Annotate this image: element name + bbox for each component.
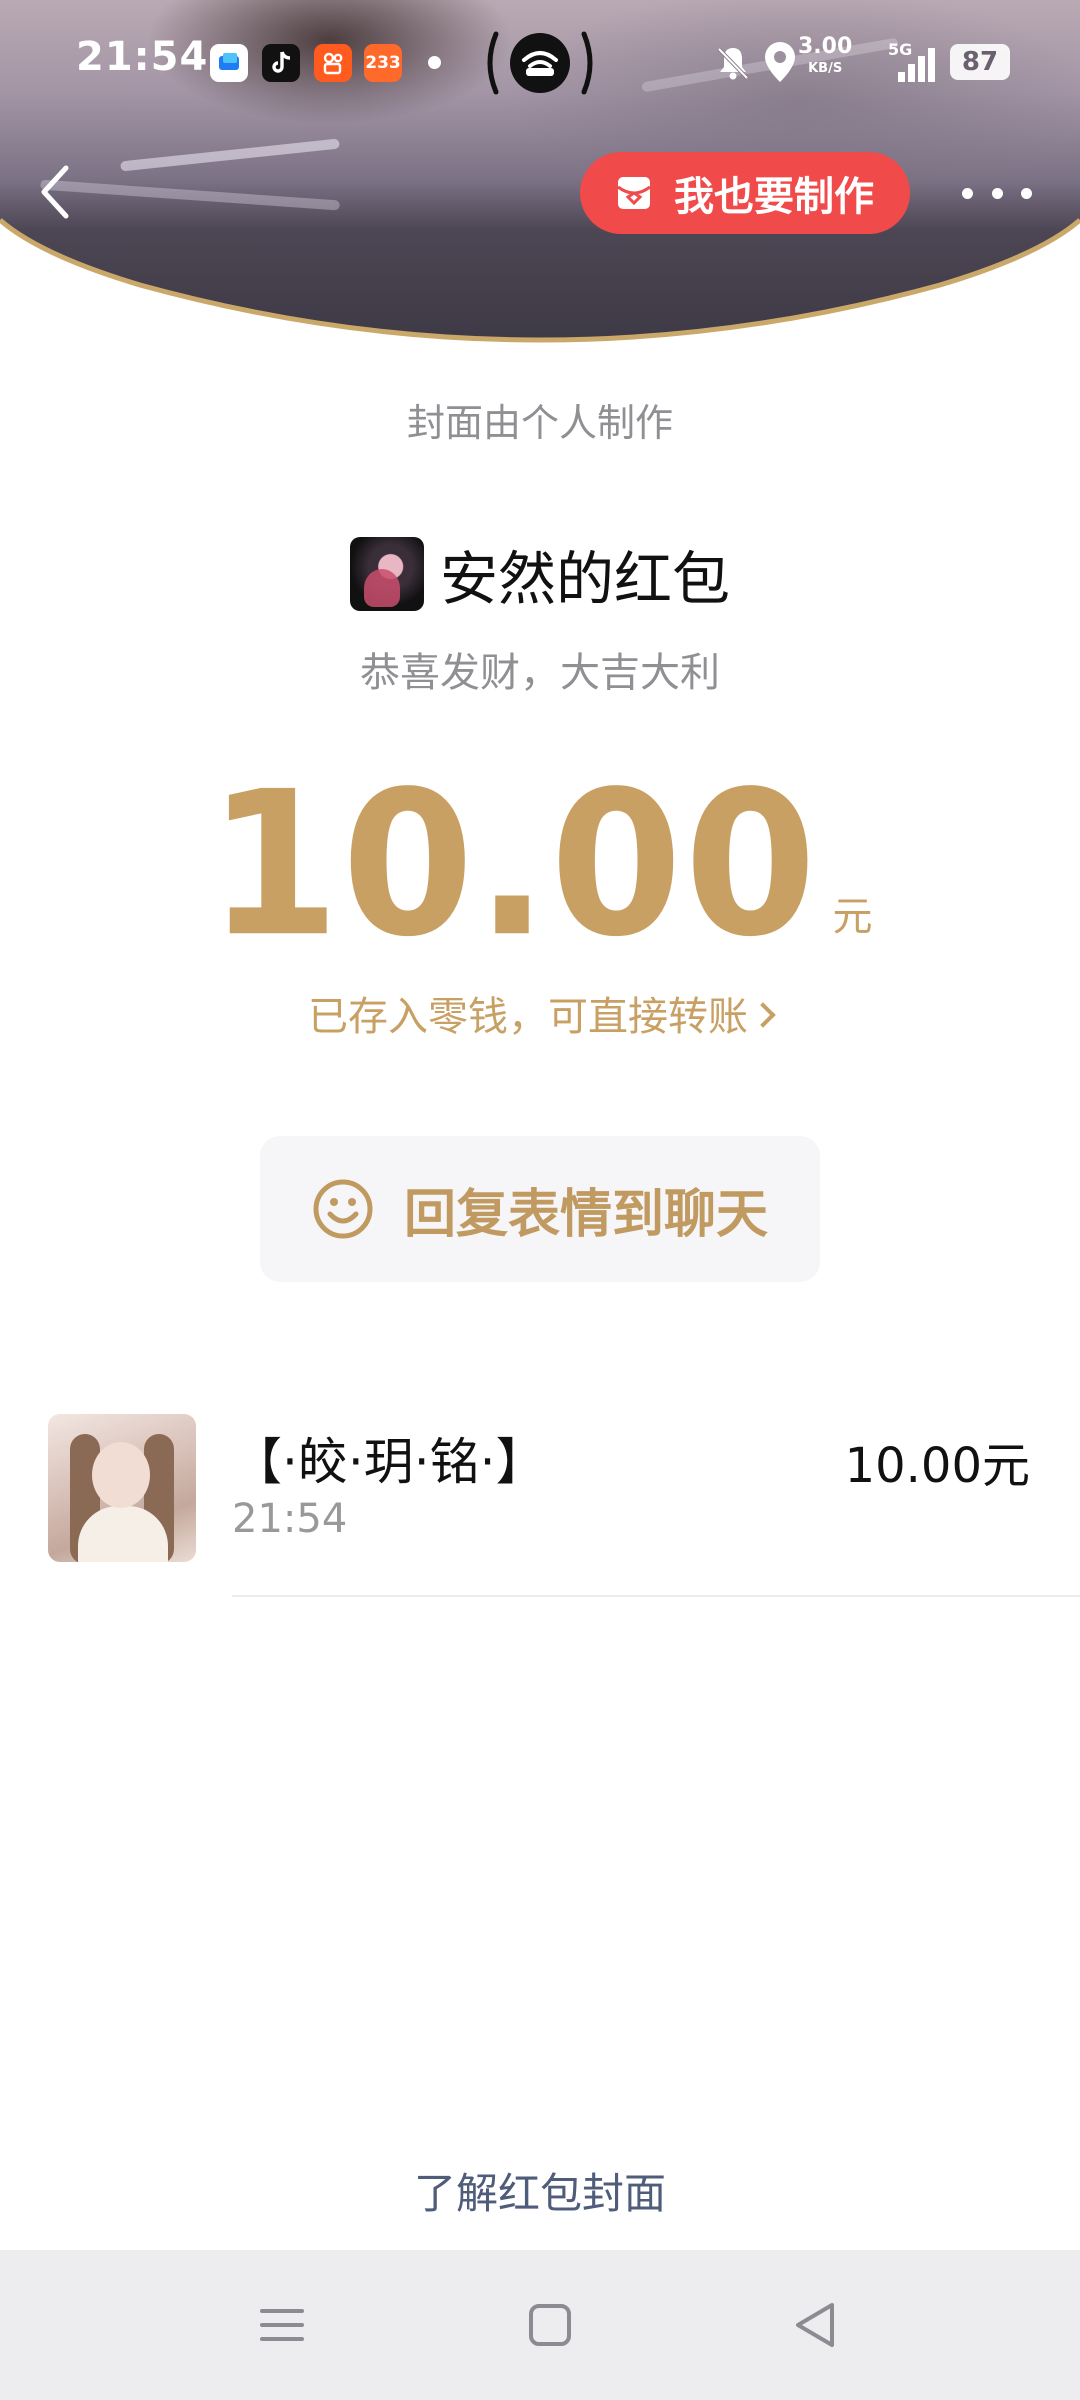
list-divider: [232, 1595, 1080, 1597]
location-icon: [765, 42, 795, 82]
more-dot-icon: [1021, 187, 1032, 199]
system-nav-bar: [0, 2250, 1080, 2400]
hotspot-icon: [487, 31, 593, 95]
home-button[interactable]: [520, 2295, 580, 2355]
notification-dot: [428, 56, 441, 69]
cover-note: 封面由个人制作: [406, 401, 673, 445]
more-dot-icon: [991, 187, 1003, 199]
network-speed-unit: KB/S: [808, 61, 843, 76]
change-balance-label: 已存入零钱，可直接转账: [308, 994, 748, 1040]
more-dot-icon: [962, 187, 973, 199]
signal-icon: [898, 48, 935, 82]
status-bar: 21:54 233 3.00 KB/S 5G 87: [0, 0, 1080, 120]
network-speed-value: 3.00: [798, 34, 853, 59]
avatar-face: [92, 1442, 150, 1508]
tiktok-icon: [262, 44, 300, 82]
reply-sticker-label: 回复表情到聊天: [403, 1184, 768, 1245]
chevron-right-icon: [750, 1002, 776, 1028]
mute-icon: [717, 47, 749, 80]
receiver-list-item[interactable]: 【·皎·玥·铭·】 21:54 10.00元: [0, 1412, 1080, 1598]
kuaishou-icon: [314, 44, 352, 82]
receiver-name: 【·皎·玥·铭·】: [232, 1433, 546, 1491]
receiver-amount: 10.00元: [844, 1438, 1030, 1494]
more-options-button[interactable]: [962, 170, 1032, 216]
status-time: 21:54: [76, 34, 209, 80]
amount-value: 10.00: [207, 748, 819, 981]
sender-row: 安然的红包: [0, 532, 1080, 616]
nav-back-triangle-icon: [796, 2303, 834, 2347]
amount-display: 10.00 元: [0, 765, 1080, 965]
red-packet-icon: [617, 177, 651, 209]
bilibili-233-icon: 233: [364, 44, 402, 82]
make-cover-label: 我也要制作: [674, 174, 874, 220]
amount-unit: 元: [832, 894, 873, 940]
change-balance-link[interactable]: 已存入零钱，可直接转账: [0, 984, 1080, 1042]
receiver-avatar: [48, 1414, 196, 1562]
sender-name: 安然的红包: [439, 545, 730, 613]
smile-icon: [313, 1179, 373, 1239]
make-cover-button[interactable]: 我也要制作: [580, 152, 910, 234]
nav-back-button[interactable]: [786, 2295, 846, 2355]
sender-avatar: [349, 537, 424, 611]
learn-cover-link[interactable]: 了解红包封面: [0, 2160, 1080, 2221]
receiver-time: 21:54: [232, 1496, 348, 1542]
home-square-icon: [529, 2304, 571, 2346]
network-speed: 3.00 KB/S: [798, 36, 852, 80]
feishu-icon: [210, 44, 248, 82]
battery-indicator: 87: [950, 44, 1010, 80]
reply-sticker-button[interactable]: 回复表情到聊天: [260, 1136, 820, 1282]
greeting-text: 恭喜发财，大吉大利: [360, 650, 720, 696]
back-button[interactable]: [30, 160, 84, 224]
menu-button[interactable]: [252, 2295, 312, 2355]
back-arrow-icon: [41, 165, 69, 219]
menu-icon: [260, 2309, 304, 2341]
